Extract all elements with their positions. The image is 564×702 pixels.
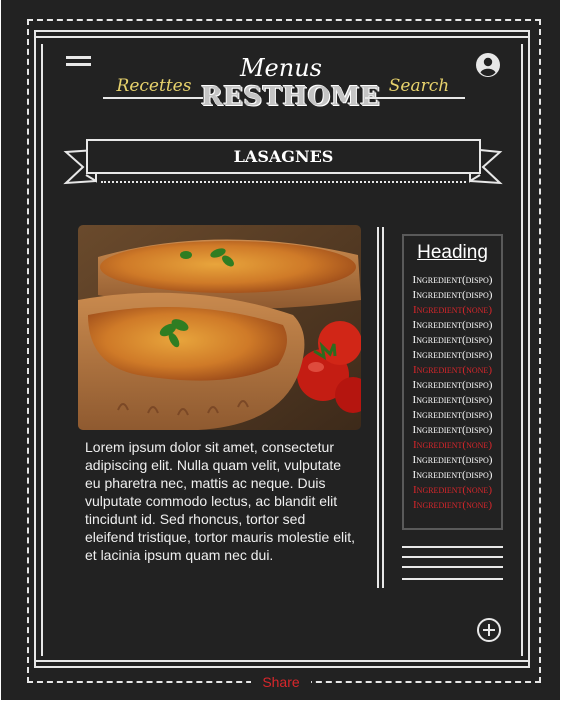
recipe-photo xyxy=(78,225,361,430)
ingredient-item: Ingredient(dispo) xyxy=(412,349,493,361)
nav-link-recettes[interactable]: Recettes xyxy=(114,76,194,96)
nav-underline-right xyxy=(365,97,465,99)
ingredients-heading: Heading xyxy=(417,242,488,263)
ingredient-item: Ingredient(none) xyxy=(413,304,492,316)
right-rule-inner xyxy=(521,44,523,656)
ingredients-list: Ingredient(dispo) Ingredient(dispo) Ingred… xyxy=(404,273,501,513)
banner-dotted-rule xyxy=(101,181,466,183)
recipe-description: Lorem ipsum dolor sit amet, consectetur … xyxy=(85,439,355,563)
left-rule-inner xyxy=(41,44,43,656)
ingredient-item: Ingredient(none) xyxy=(413,499,492,511)
ingredient-item: Ingredient(dispo) xyxy=(412,319,493,331)
recipe-title: LASAGNES xyxy=(233,147,334,166)
ingredient-item: Ingredient(none) xyxy=(413,439,492,451)
ingredient-item: Ingredient(dispo) xyxy=(412,454,493,466)
hamburger-menu-icon[interactable] xyxy=(66,56,91,68)
ingredient-item: Ingredient(dispo) xyxy=(412,379,493,391)
ingredient-item: Ingredient(dispo) xyxy=(412,289,493,301)
panel-rule-4 xyxy=(402,578,503,580)
right-rule-outer xyxy=(528,30,530,668)
ingredient-item: Ingredient(none) xyxy=(413,484,492,496)
ingredient-item: Ingredient(dispo) xyxy=(412,274,493,286)
top-rule-inner xyxy=(34,36,530,38)
account-icon[interactable] xyxy=(475,52,501,78)
panel-rule-2 xyxy=(402,556,503,558)
panel-rule-1 xyxy=(402,546,503,548)
app-frame: Menus RESTHOME Recettes Search LASAGNES xyxy=(1,0,560,700)
ingredient-item: Ingredient(none) xyxy=(413,364,492,376)
ingredient-item: Ingredient(dispo) xyxy=(412,334,493,346)
left-rule-outer xyxy=(34,30,36,668)
panel-rule-3 xyxy=(402,566,503,568)
top-rule-outer xyxy=(34,30,530,32)
ingredient-item: Ingredient(dispo) xyxy=(412,469,493,481)
brand-title: RESTHOME xyxy=(201,82,381,112)
ingredients-panel: Heading Ingredient(dispo) Ingredient(disp… xyxy=(402,234,503,530)
column-divider-right xyxy=(382,227,384,588)
menus-label: Menus xyxy=(239,54,322,82)
recipe-title-banner: LASAGNES xyxy=(86,139,481,174)
share-link[interactable]: Share xyxy=(251,674,311,690)
ingredient-item: Ingredient(dispo) xyxy=(412,424,493,436)
bottom-rule-inner xyxy=(34,660,530,662)
ingredient-item: Ingredient(dispo) xyxy=(412,409,493,421)
nav-link-search[interactable]: Search xyxy=(379,76,459,96)
column-divider-left xyxy=(377,227,379,588)
ingredient-item: Ingredient(dispo) xyxy=(412,394,493,406)
bottom-rule-outer xyxy=(34,666,530,668)
nav-underline-left xyxy=(103,97,203,99)
add-circle-icon[interactable] xyxy=(476,617,502,643)
